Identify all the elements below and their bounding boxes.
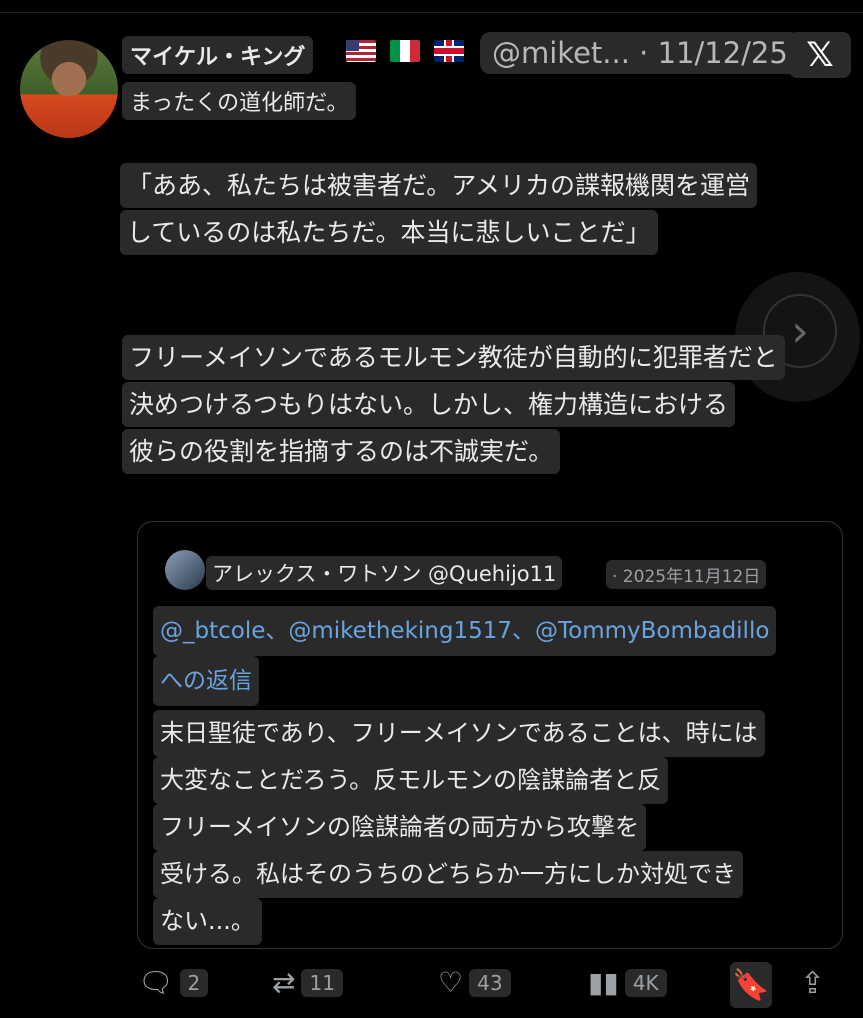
- share-icon: ⇪: [800, 966, 826, 1001]
- reply-count: 2: [179, 968, 209, 997]
- flag-emojis: [346, 40, 464, 62]
- views-icon: ▮▮: [588, 966, 619, 999]
- post-text-line: しているのは私たちだ。本当に悲しいことだ」: [120, 210, 658, 255]
- action-bar: 🗨 2 ⇄ 11 ♡ 43 ▮▮ 4K 🔖 ⇪: [0, 960, 863, 1018]
- post-first-line: まったくの道化師だ。: [122, 82, 357, 120]
- repost-button[interactable]: ⇄ 11: [272, 966, 343, 999]
- top-divider: [0, 12, 863, 13]
- author-name[interactable]: マイケル・キング: [122, 36, 314, 74]
- bookmark-icon: 🔖: [732, 967, 770, 1003]
- views-button[interactable]: ▮▮ 4K: [588, 966, 667, 999]
- heart-icon: ♡: [438, 966, 464, 999]
- quote-body: 末日聖徒であり、フリーメイソンであることは、時には 大変なことだろう。反モルモン…: [153, 710, 765, 945]
- reply-to-label: への返信: [153, 656, 259, 706]
- uk-flag-icon: [434, 40, 464, 62]
- quote-author-avatar[interactable]: [165, 550, 205, 590]
- author-handle-date[interactable]: @miket... · 11/12/25: [480, 32, 800, 74]
- us-flag-icon: [346, 40, 376, 62]
- quote-text-line: 末日聖徒であり、フリーメイソンであることは、時には: [153, 710, 765, 757]
- quote-author-name[interactable]: アレックス・ワトソン @Quehijo11: [206, 556, 563, 590]
- quote-text-line: 大変なことだろう。反モルモンの陰謀論者と反: [153, 757, 669, 804]
- quote-text-line: 受ける。私はそのうちのどちらか一方にしか対処でき: [153, 851, 743, 898]
- bookmark-button[interactable]: 🔖: [730, 962, 772, 1008]
- x-logo-icon[interactable]: 𝕏: [789, 32, 851, 78]
- repost-icon: ⇄: [272, 966, 296, 999]
- post-paragraph-2: フリーメイソンであるモルモン教徒が自動的に犯罪者だと 決めつけるつもりはない。し…: [122, 334, 785, 475]
- post-text-line: 「ああ、私たちは被害者だ。アメリカの諜報機関を運営: [120, 163, 758, 208]
- post-text-line: フリーメイソンであるモルモン教徒が自動的に犯罪者だと: [122, 335, 785, 380]
- reply-button[interactable]: 🗨 2: [138, 966, 209, 999]
- like-count: 43: [469, 968, 511, 997]
- repost-count: 11: [301, 968, 343, 997]
- reply-mentions-link[interactable]: @_btcole、@miketheking1517、@TommyBombadil…: [153, 606, 777, 656]
- quote-date: · 2025年11月12日: [606, 560, 767, 589]
- view-count: 4K: [624, 968, 667, 997]
- post-text-line: 彼らの役割を指摘するのは不誠実だ。: [122, 429, 561, 474]
- post-paragraph-1: 「ああ、私たちは被害者だ。アメリカの諜報機関を運営 しているのは私たちだ。本当に…: [120, 162, 758, 256]
- quote-text-line: ない...。: [153, 898, 262, 945]
- quote-reply-to: @_btcole、@miketheking1517、@TommyBombadil…: [153, 606, 777, 706]
- italy-flag-icon: [390, 40, 420, 62]
- reply-icon: 🗨: [138, 966, 174, 999]
- quote-text-line: フリーメイソンの陰謀論者の両方から攻撃を: [153, 804, 647, 851]
- author-avatar[interactable]: [20, 40, 118, 138]
- post-text-line: 決めつけるつもりはない。しかし、権力構造における: [122, 382, 736, 427]
- like-button[interactable]: ♡ 43: [438, 966, 511, 999]
- share-button[interactable]: ⇪: [800, 966, 825, 1001]
